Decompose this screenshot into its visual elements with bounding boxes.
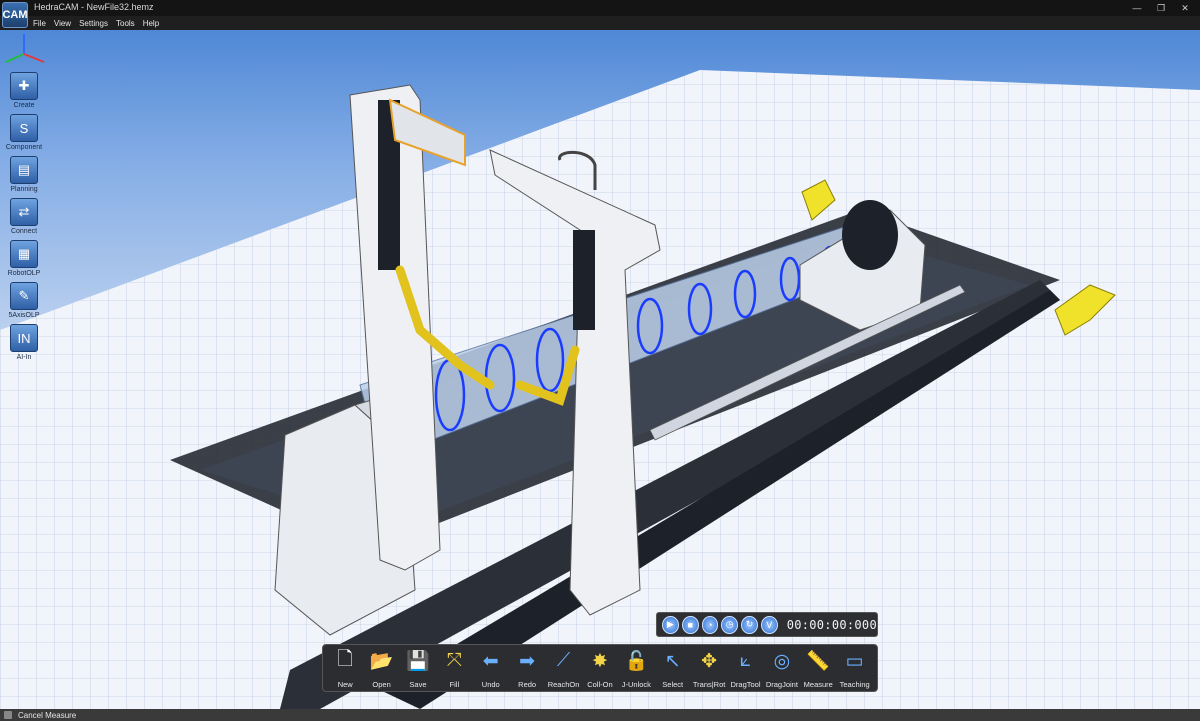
measure-ruler-icon: 📏 [806, 651, 831, 672]
menu-help[interactable]: Help [143, 19, 159, 28]
tool-trans-rot-button[interactable]: ✥ Trans|Rot [691, 649, 727, 690]
3d-viewport[interactable]: ✚ Create S Component ▤ Planning ⇄ Connect ▦ Robot… [0, 30, 1200, 709]
title-bar: CAM HedraCAM - NewFile32.hemz — ❐ ✕ [0, 0, 1200, 28]
component-icon: S [10, 114, 38, 142]
tool-measure-button[interactable]: 📏 Measure [800, 649, 836, 689]
tool-label: Select [662, 680, 684, 689]
connect-icon: ⇄ [10, 198, 38, 226]
tool-dragtool-button[interactable]: ⟀ DragTool [727, 649, 763, 689]
tool-undo-button[interactable]: ⬅ Undo [473, 649, 509, 690]
left-tool-label: Connect [10, 228, 38, 235]
planning-icon: ▤ [10, 156, 38, 184]
transrot-icon: ✥ [701, 650, 718, 672]
menu-bar: File View Settings Tools Help [0, 16, 1200, 30]
window-controls: — ❐ ✕ [1126, 0, 1196, 16]
left-tool-connect[interactable]: ⇄ Connect [4, 198, 44, 235]
left-tool-label: 5AxisOLP [8, 312, 40, 319]
ai-in-icon: IN [10, 324, 38, 352]
open-folder-icon: 📂 [369, 651, 394, 672]
left-tool-create[interactable]: ✚ Create [4, 72, 44, 109]
tool-label: Teaching [839, 680, 870, 689]
time-button[interactable]: ◷ [721, 615, 739, 634]
tool-reachon-button[interactable]: ⟋ ReachOn [545, 649, 581, 689]
left-tool-label: Create [13, 102, 35, 109]
tool-label: ReachOn [547, 680, 580, 689]
left-tool-planning[interactable]: ▤ Planning [4, 156, 44, 193]
close-button[interactable]: ✕ [1174, 0, 1196, 16]
left-tool-label: RobotOLP [7, 270, 41, 277]
new-file-icon: 🗋 [337, 649, 353, 670]
tool-dragjoint-button[interactable]: ◎ DragJoint [764, 649, 800, 690]
loop-button[interactable]: ↻ [741, 615, 758, 634]
app-window: CAM HedraCAM - NewFile32.hemz — ❐ ✕ File… [0, 0, 1200, 721]
minimize-button[interactable]: — [1126, 0, 1148, 16]
playback-time: 00:00:00:000 [786, 617, 877, 632]
scene-graphic [0, 70, 1200, 709]
dragtool-icon: ⟀ [739, 650, 752, 671]
tool-fill-button[interactable]: ⤧ Fill [436, 649, 472, 689]
axis-triad-icon [5, 34, 45, 63]
left-tool-robotolp[interactable]: ▦ RobotOLP [4, 240, 44, 277]
status-text: Cancel Measure [18, 710, 77, 720]
maximize-button[interactable]: ❐ [1150, 0, 1172, 16]
select-arrow-icon: ↖ [664, 650, 681, 672]
tool-new-button[interactable]: 🗋 New [327, 649, 363, 689]
verify-button[interactable]: V [760, 615, 778, 634]
left-tool-5axisolp[interactable]: ✎ 5AxisOLP [4, 282, 44, 319]
create-icon: ✚ [10, 72, 38, 100]
tool-label: New [337, 680, 353, 689]
tool-select-button[interactable]: ↖ Select [655, 649, 691, 690]
stop-button[interactable]: ■ [681, 615, 699, 634]
joint-unlock-icon: 🔓 [624, 651, 649, 672]
tool-label: Fill [449, 680, 460, 689]
menu-view[interactable]: View [54, 19, 71, 28]
step-button[interactable]: ◔ [701, 615, 719, 634]
playback-bar: ▶ ■ ◔ ◷ ↻ V 00:00:00:000 [656, 612, 878, 637]
tool-label: Save [409, 680, 427, 689]
menu-tools[interactable]: Tools [116, 19, 135, 28]
menu-settings[interactable]: Settings [79, 19, 108, 28]
tool-label: Open [372, 680, 391, 689]
app-logo: CAM [2, 2, 28, 28]
dragjoint-icon: ◎ [773, 650, 791, 672]
menu-file[interactable]: File [33, 19, 46, 28]
tool-j-unlock-button[interactable]: 🔓 J-Unlock [618, 649, 654, 689]
left-tool-label: Component [5, 144, 43, 151]
tool-label: Coll-On [587, 680, 613, 689]
left-tool-label: Planning [10, 186, 38, 193]
tool-label: Redo [518, 680, 537, 689]
undo-icon: ⬅ [482, 650, 499, 672]
teaching-icon: ▭ [845, 650, 864, 672]
left-tool-ai-in[interactable]: IN AI-In [4, 324, 44, 361]
bottom-toolbar: 🗋 New 📂 Open 💾 Save ⤧ Fill ⬅ Undo ➡ Redo ⟋ ReachOn ✸ Co… [322, 644, 878, 692]
tool-open-button[interactable]: 📂 Open [363, 649, 399, 689]
status-bar: Cancel Measure [0, 709, 1200, 721]
status-indicator-icon [4, 711, 12, 719]
save-icon: 💾 [406, 651, 430, 672]
left-tool-label: AI-In [16, 354, 32, 361]
tool-coll-on-button[interactable]: ✸ Coll-On [582, 649, 618, 690]
left-toolbar: ✚ Create S Component ▤ Planning ⇄ Connect ▦ Robot… [4, 72, 44, 361]
tool-label: DragTool [730, 680, 761, 689]
tool-label: Trans|Rot [692, 680, 726, 689]
fiveaxis-icon: ✎ [10, 282, 38, 310]
play-button[interactable]: ▶ [662, 615, 679, 634]
tool-label: Undo [481, 680, 500, 689]
tool-save-button[interactable]: 💾 Save [400, 649, 436, 689]
collision-icon: ✸ [591, 650, 608, 672]
redo-icon: ➡ [519, 650, 536, 672]
reachon-icon: ⟋ [556, 650, 571, 671]
tool-label: Measure [803, 680, 833, 689]
left-tool-component[interactable]: S Component [4, 114, 44, 151]
tool-teaching-button[interactable]: ▭ Teaching [836, 649, 872, 690]
tool-redo-button[interactable]: ➡ Redo [509, 649, 545, 690]
window-title: HedraCAM - NewFile32.hemz [34, 2, 154, 12]
fill-icon: ⤧ [446, 650, 462, 671]
robotolp-icon: ▦ [10, 240, 38, 268]
tool-label: J-Unlock [621, 680, 651, 689]
tool-label: DragJoint [765, 680, 798, 689]
